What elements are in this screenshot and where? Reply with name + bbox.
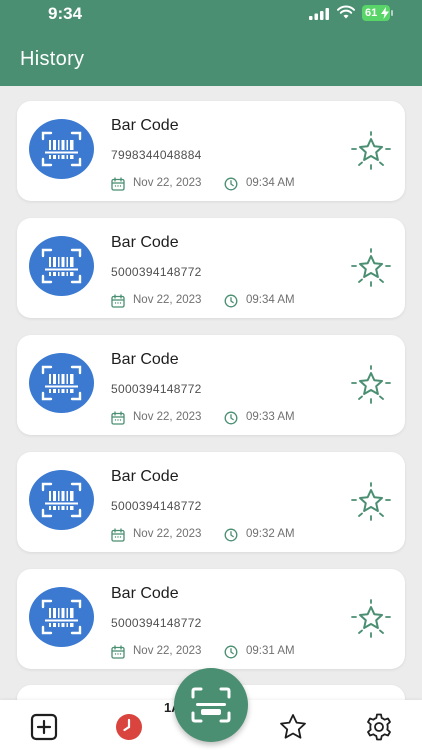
scan-time: 09:31 AM	[246, 645, 295, 657]
calendar-icon	[111, 177, 125, 191]
clock-icon	[224, 645, 238, 659]
calendar-icon	[111, 294, 125, 308]
history-card[interactable]: Bar Code 5000394148772 Nov 22, 2023 09:3…	[17, 452, 405, 552]
barcode-icon	[29, 236, 94, 296]
calendar-icon	[111, 411, 125, 425]
page-title: History	[20, 48, 85, 70]
clock-icon	[224, 528, 238, 542]
scan-button[interactable]	[174, 668, 248, 742]
status-bar: 9:34 61	[0, 0, 422, 28]
scan-icon	[191, 687, 231, 723]
scan-time: 09:34 AM	[246, 177, 295, 189]
card-title: Bar Code	[111, 351, 179, 368]
star-icon[interactable]	[278, 712, 308, 742]
wifi-icon	[337, 5, 355, 19]
scan-date: Nov 22, 2023	[133, 177, 202, 189]
barcode-value: 5000394148772	[111, 616, 202, 630]
history-card[interactable]: Bar Code 5000394148772 Nov 22, 2023 09:3…	[17, 335, 405, 435]
battery-icon: 61	[362, 5, 394, 21]
history-card[interactable]: Bar Code 5000394148772 Nov 22, 2023 09:3…	[17, 569, 405, 669]
card-title: Bar Code	[111, 468, 179, 485]
status-time: 9:34	[48, 4, 83, 23]
barcode-value: 5000394148772	[111, 499, 202, 513]
scan-date: Nov 22, 2023	[133, 528, 202, 540]
barcode-value: 5000394148772	[111, 265, 202, 279]
cellular-signal-icon	[309, 8, 329, 20]
card-title: Bar Code	[111, 117, 179, 134]
favorite-star-icon[interactable]	[349, 131, 393, 171]
scan-date: Nov 22, 2023	[133, 645, 202, 657]
barcode-icon	[29, 470, 94, 530]
scan-date: Nov 22, 2023	[133, 294, 202, 306]
scan-time: 09:34 AM	[246, 294, 295, 306]
history-list[interactable]: Bar Code 7998344048884 Nov 22, 2023 09:3…	[0, 86, 422, 700]
favorite-star-icon[interactable]	[349, 482, 393, 522]
barcode-value: 7998344048884	[111, 148, 202, 162]
clock-icon	[224, 294, 238, 308]
favorite-star-icon[interactable]	[349, 599, 393, 639]
card-title: Bar Code	[111, 585, 179, 602]
clock-icon	[224, 177, 238, 191]
history-card[interactable]: Bar Code 7998344048884 Nov 22, 2023 09:3…	[17, 101, 405, 201]
card-title: Bar Code	[111, 234, 179, 251]
barcode-value: 5000394148772	[111, 382, 202, 396]
gear-icon[interactable]	[364, 712, 394, 742]
scan-date: Nov 22, 2023	[133, 411, 202, 423]
app-header: 9:34 61 History	[0, 0, 422, 86]
calendar-icon	[111, 528, 125, 542]
favorite-star-icon[interactable]	[349, 248, 393, 288]
add-square-icon[interactable]	[29, 712, 59, 742]
barcode-icon	[29, 119, 94, 179]
scan-time: 09:33 AM	[246, 411, 295, 423]
scan-time: 09:32 AM	[246, 528, 295, 540]
barcode-icon	[29, 587, 94, 647]
favorite-star-icon[interactable]	[349, 365, 393, 405]
history-clock-icon[interactable]	[114, 712, 144, 742]
barcode-icon	[29, 353, 94, 413]
history-card[interactable]: Bar Code 5000394148772 Nov 22, 2023 09:3…	[17, 218, 405, 318]
charging-bolt-icon	[381, 7, 389, 19]
calendar-icon	[111, 645, 125, 659]
clock-icon	[224, 411, 238, 425]
